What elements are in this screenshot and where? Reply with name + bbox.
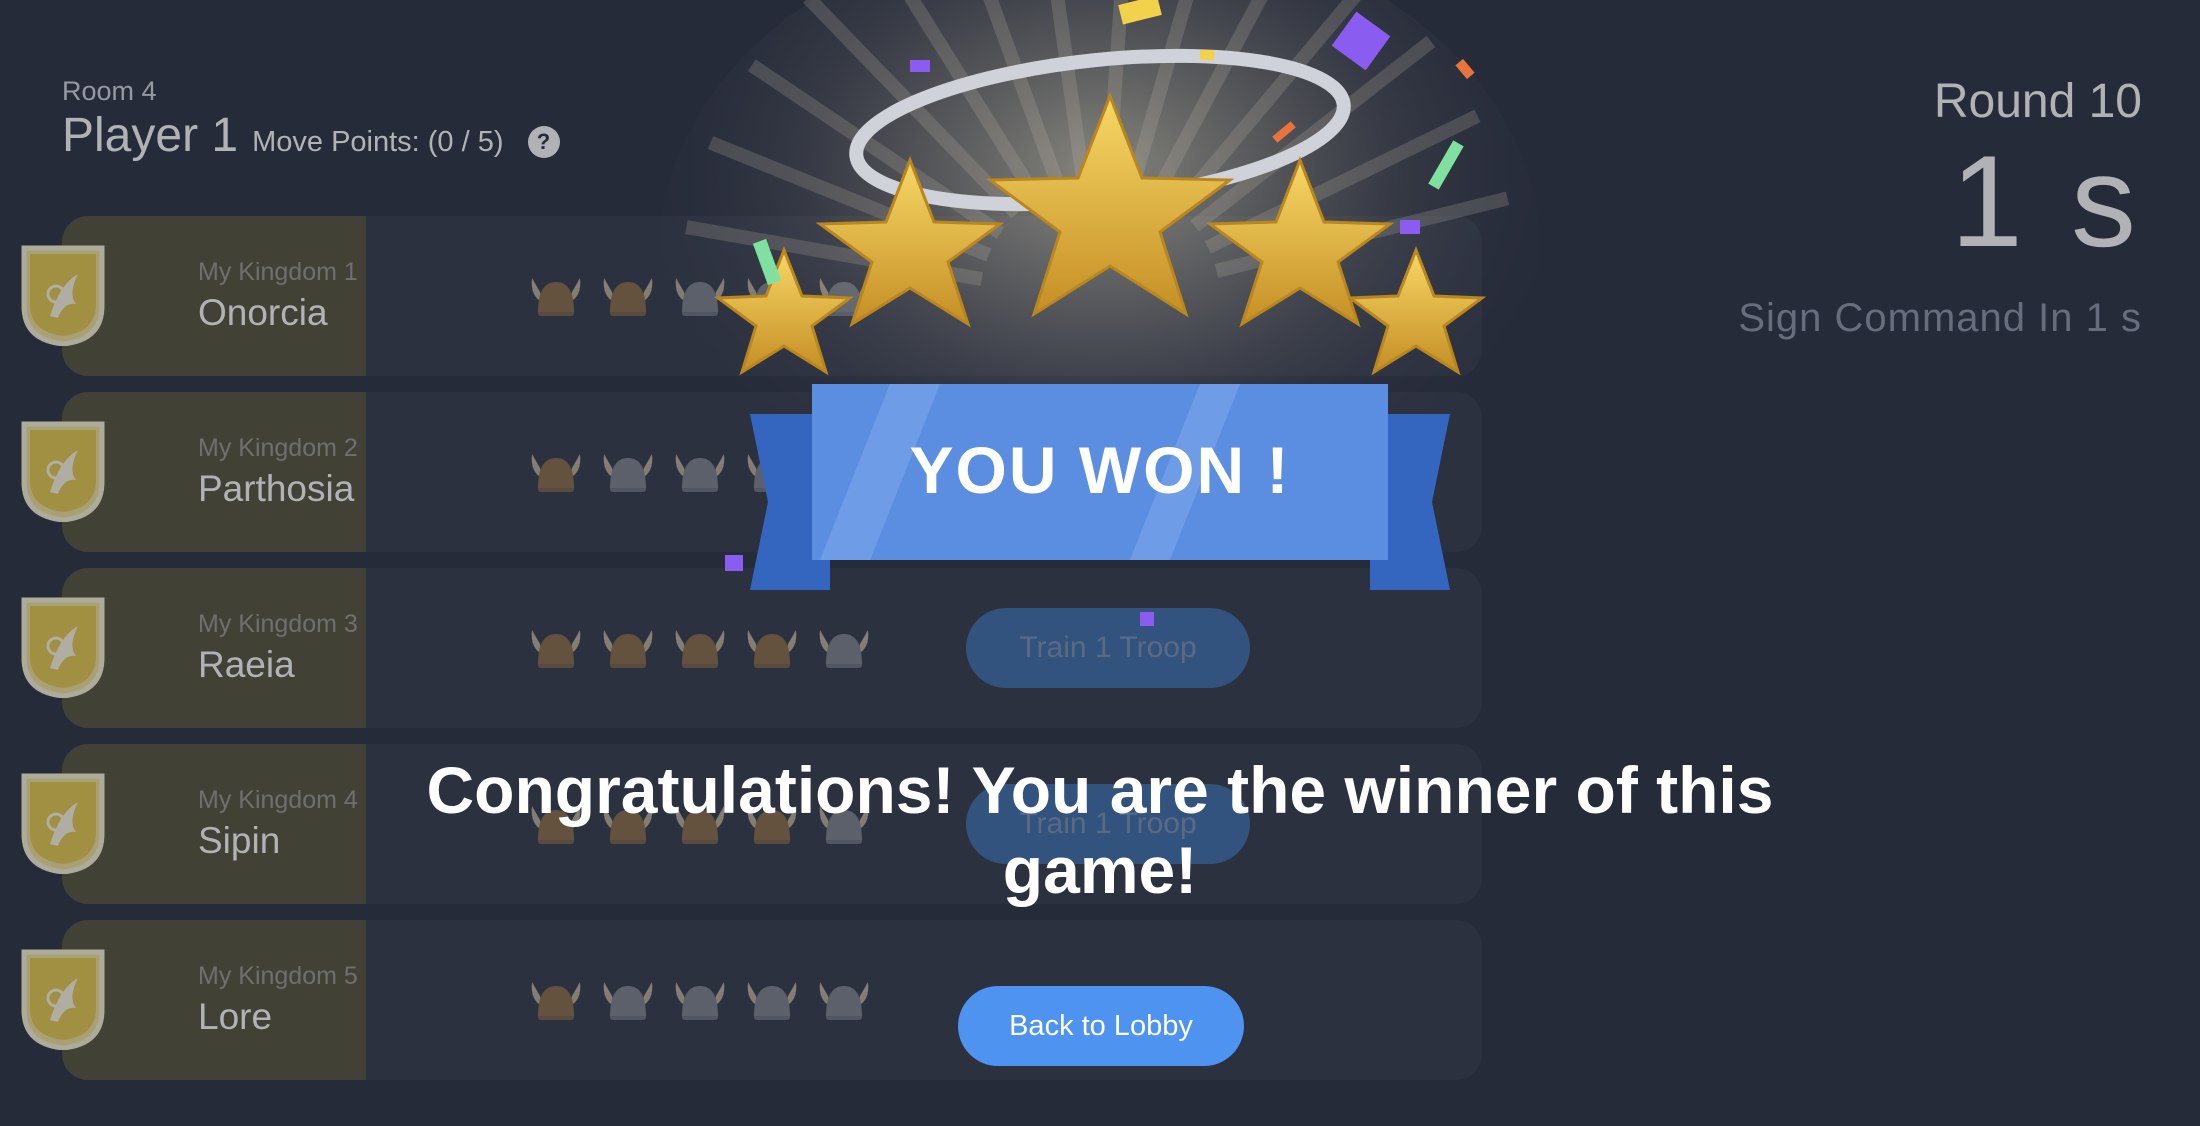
banner-text-wrap: YOU WON !	[640, 0, 1560, 640]
back-to-lobby-button[interactable]: Back to Lobby	[958, 986, 1244, 1066]
congratulations-message: Congratulations! You are the winner of t…	[426, 753, 1774, 907]
victory-overlay: YOU WON ! Congratulations! You are the w…	[0, 0, 2200, 1126]
you-won-banner: YOU WON !	[909, 433, 1291, 507]
